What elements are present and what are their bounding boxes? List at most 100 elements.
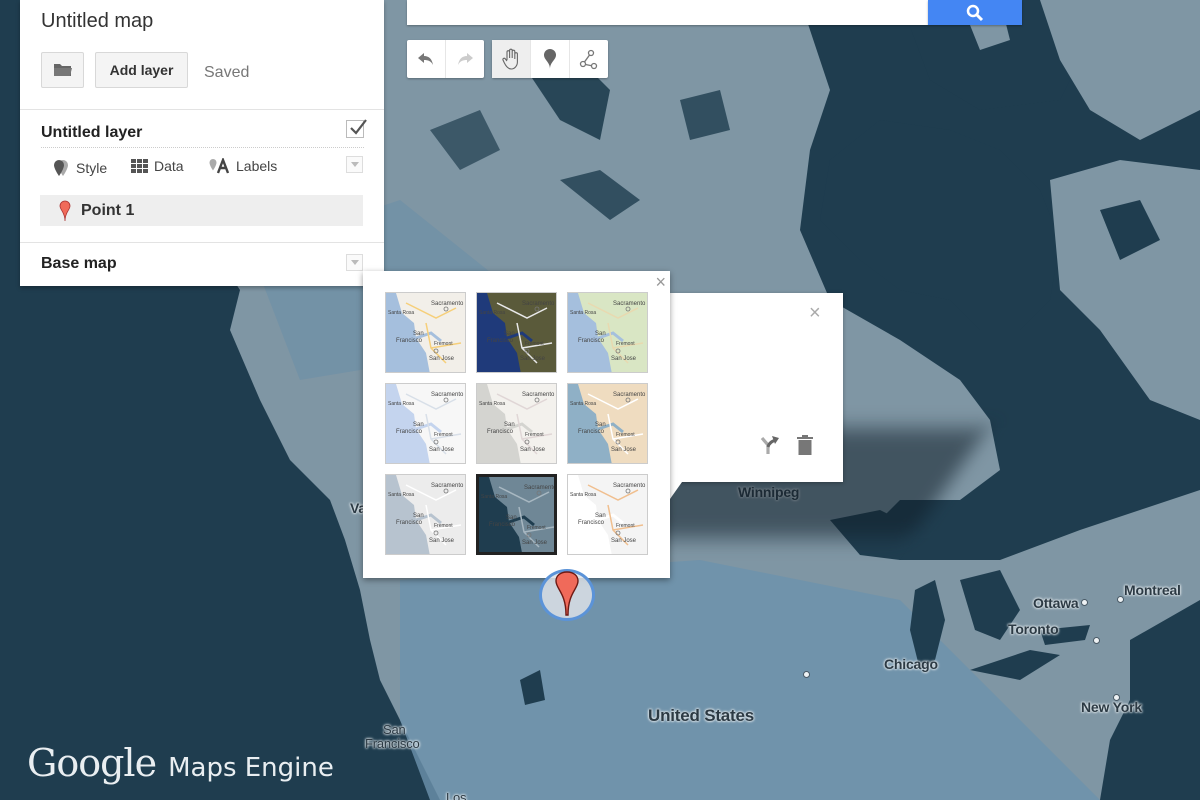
svg-text:Santa Rosa: Santa Rosa [481,494,507,500]
svg-text:San Jose: San Jose [429,538,455,544]
delete-feature-button[interactable] [796,434,814,461]
city-dot-toronto [1093,637,1100,644]
svg-text:Francisco: Francisco [578,429,605,435]
svg-text:San: San [413,513,424,519]
basemap-option-satellite[interactable]: Sacramento Santa Rosa San Francisco Fremont S… [476,292,557,373]
basemap-option-atlas[interactable]: Sacramento Santa Rosa San Francisco Fremont S… [567,383,648,464]
svg-text:Fremont: Fremont [616,432,635,438]
layer-title-underline [41,147,364,148]
search-icon [966,4,984,21]
basemap-thumbnail-image: Sacramento Santa Rosa SanFrancisco Fremont S… [386,293,465,372]
city-dot-montreal [1117,596,1124,603]
basemap-option-light-political[interactable]: Sacramento Santa Rosa San Francisco Fremont S… [385,383,466,464]
layer-visibility-checkbox[interactable] [346,119,367,138]
basemap-option-whitewater[interactable]: Sacramento Santa Rosa San Francisco Fremont S… [476,474,557,555]
divider [20,242,384,243]
draw-line-button[interactable] [570,40,608,78]
save-status: Saved [204,64,250,81]
feature-row-point-1[interactable]: Point 1 [40,195,363,226]
svg-text:Santa Rosa: Santa Rosa [388,401,414,407]
undo-icon [418,53,433,65]
directions-button[interactable] [760,435,780,460]
svg-text:Santa Rosa: Santa Rosa [388,310,414,316]
layer-data-label: Data [154,158,184,174]
svg-text:Fremont: Fremont [616,523,635,529]
layer-labels-label: Labels [236,158,278,174]
layer-data-button[interactable]: Data [131,158,184,174]
pan-tool-button[interactable] [492,40,531,78]
svg-text:San Jose: San Jose [611,447,637,453]
svg-text:Sacramento: Sacramento [431,301,464,307]
basemap-option-terrain[interactable]: Sacramento Santa Rosa San Francisco Fremont S… [567,292,648,373]
directions-icon [760,436,779,454]
base-map-dropdown[interactable] [346,254,363,271]
svg-text:Fremont: Fremont [434,432,453,438]
svg-text:Francisco: Francisco [489,522,516,528]
city-label-los: Los [446,790,467,800]
svg-text:San Jose: San Jose [522,540,548,546]
base-map-title[interactable]: Base map [41,255,117,273]
open-map-button[interactable] [41,52,84,88]
svg-text:San Jose: San Jose [611,356,637,362]
drawing-toolbar [492,40,608,78]
redo-button[interactable] [446,40,484,78]
map-marker-point-1[interactable] [554,570,580,618]
basemap-picker-close-button[interactable]: × [655,273,666,291]
basemap-option-simple-atlas[interactable]: Sacramento Santa Rosa San Francisco Fremont S… [385,474,466,555]
city-dot-new-york [1113,694,1120,701]
svg-text:Francisco: Francisco [396,338,423,344]
svg-text:Francisco: Francisco [487,338,514,344]
city-label-montreal: Montreal [1124,582,1181,598]
basemap-picker: × Sacramento Santa Rosa San Francisco Fremon… [363,271,670,578]
product-logo: Google Maps Engine [27,741,334,785]
svg-text:San: San [504,422,515,428]
info-window-close-button[interactable]: × [809,303,821,323]
svg-text:Francisco: Francisco [578,338,605,344]
hand-icon [502,48,518,70]
svg-text:Santa Rosa: Santa Rosa [570,401,596,407]
basemap-option-light-landmass[interactable]: Sacramento Santa Rosa San Francisco Fremont S… [567,474,648,555]
svg-text:Sacramento: Sacramento [613,392,646,398]
layer-title[interactable]: Untitled layer [41,124,142,142]
layer-options-dropdown[interactable] [346,156,363,173]
svg-text:San Jose: San Jose [429,447,455,453]
city-label-francisco: Francisco [365,736,420,751]
redo-icon [458,53,473,65]
svg-text:San: San [413,331,424,337]
basemap-thumbnail-image: Sacramento Santa Rosa SanFrancisco Fremont S… [568,293,647,372]
svg-text:Fremont: Fremont [527,525,546,531]
city-label-ottawa: Ottawa [1033,595,1079,611]
svg-text:Fremont: Fremont [434,523,453,529]
search-input[interactable] [407,0,928,25]
draw-line-icon [579,49,598,70]
add-layer-button[interactable]: Add layer [95,52,188,88]
trash-icon [797,435,813,455]
add-marker-button[interactable] [531,40,570,78]
basemap-option-mono-city[interactable]: Sacramento Santa Rosa San Francisco Fremont S… [476,383,557,464]
svg-text:Santa Rosa: Santa Rosa [479,401,505,407]
layer-style-label: Style [76,160,108,176]
search-button[interactable] [928,0,1022,25]
google-wordmark: Google [27,741,157,785]
layer-labels-button[interactable]: Labels [209,158,277,174]
svg-text:Sacramento: Sacramento [431,392,464,398]
layer-style-button[interactable]: Style [53,158,107,178]
svg-text:San: San [595,513,606,519]
basemap-option-map[interactable]: Sacramento Santa Rosa San Francisco Fremont S… [385,292,466,373]
basemap-thumbnail-image: Sacramento Santa Rosa SanFrancisco Fremont S… [477,384,556,463]
labels-icon [209,158,230,174]
layers-panel: Untitled map Add layer Saved Untitled la… [20,0,384,286]
undo-button[interactable] [407,40,446,78]
svg-text:San Jose: San Jose [520,356,546,362]
svg-text:Francisco: Francisco [578,520,605,526]
info-window-tail [670,482,682,499]
history-toolbar [407,40,484,78]
city-label-chicago: Chicago [884,656,938,672]
city-label-new-york: New York [1081,699,1142,715]
svg-text:Sacramento: Sacramento [613,483,646,489]
search-box[interactable] [407,0,928,25]
basemap-thumbnail-image: Sacramento Santa Rosa SanFrancisco Fremont S… [479,477,557,552]
map-title[interactable]: Untitled map [41,10,153,33]
grid-icon [131,159,148,173]
svg-text:Sacramento: Sacramento [524,485,557,491]
